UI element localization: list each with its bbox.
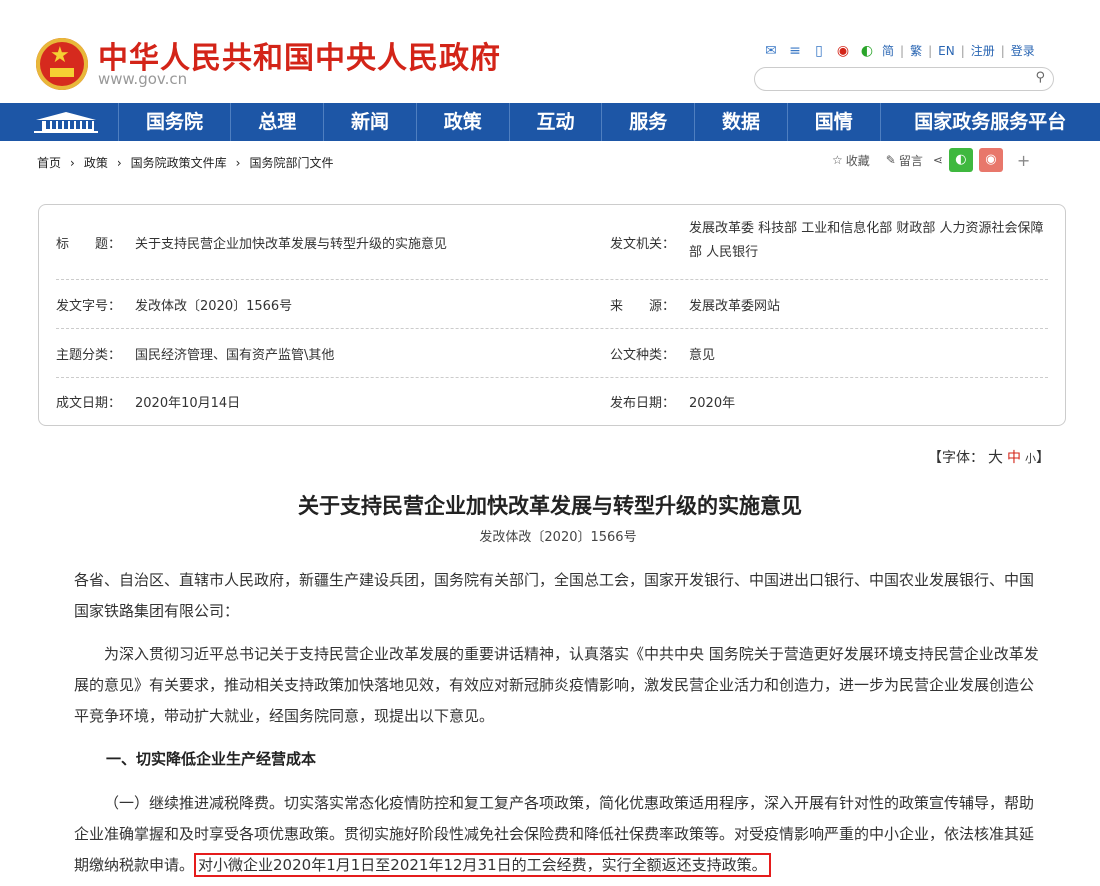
traditional-link[interactable]: 繁 <box>910 42 922 59</box>
breadcrumb: 首页 › 政策 › 国务院政策文件库 › 国务院部门文件 <box>37 154 334 171</box>
top-tools: ✉ ≡ ▯ ◉ ◐ 简 | 繁 | EN | 注册 | 登录 <box>762 42 1035 59</box>
mail-icon[interactable]: ✉ <box>762 43 780 59</box>
site-header: ★ 中华人民共和国中央人民政府 www.gov.cn ✉ ≡ ▯ ◉ ◐ 简 |… <box>0 0 1100 103</box>
nav-item-state-council[interactable]: 国务院 <box>119 103 232 141</box>
national-emblem-logo[interactable]: ★ <box>36 38 88 90</box>
search-input[interactable]: ⚲ <box>754 67 1054 91</box>
breadcrumb-dept-docs[interactable]: 国务院部门文件 <box>249 156 333 170</box>
comment-link[interactable]: 留言 <box>899 152 923 169</box>
divider: | <box>928 43 933 58</box>
meta-row: 标 题： 关于支持民营企业加快改革发展与转型升级的实施意见 发文机关： 发展改革… <box>56 205 1048 280</box>
meta-label: 发布日期： <box>610 396 676 411</box>
meta-label: 公文种类： <box>610 348 676 363</box>
breadcrumb-policy[interactable]: 政策 <box>84 156 108 170</box>
star-icon: ★ <box>50 43 70 68</box>
chevron-right-icon: › <box>116 156 122 170</box>
divider: | <box>960 43 965 58</box>
divider: | <box>900 43 905 58</box>
breadcrumb-home[interactable]: 首页 <box>37 156 61 170</box>
register-link[interactable]: 注册 <box>971 42 995 59</box>
font-small-button[interactable]: 小 <box>1025 452 1036 465</box>
site-url: www.gov.cn <box>98 70 188 88</box>
section-heading: 一、切实降低企业生产经营成本 <box>106 750 317 768</box>
favorite-link[interactable]: 收藏 <box>846 152 870 169</box>
meta-value: 2020年 <box>689 396 736 411</box>
divider: | <box>1000 43 1005 58</box>
message-icon[interactable]: ≡ <box>786 43 804 59</box>
meta-label: 主题分类： <box>56 348 122 363</box>
font-size-switcher: 【字体：大中小】 <box>928 446 1050 467</box>
highlighted-text: 对小微企业2020年1月1日至2021年12月31日的工会经费，实行全额返还支持… <box>194 853 771 877</box>
article-paragraph: （一）继续推进减税降费。切实落实常态化疫情防控和复工复产各项政策，简化优惠政策适… <box>74 788 1044 881</box>
mobile-icon[interactable]: ▯ <box>810 43 828 59</box>
roof-shape <box>36 112 96 120</box>
wechat-share-icon[interactable]: ◐ <box>948 148 973 172</box>
nav-item-interaction[interactable]: 互动 <box>510 103 603 141</box>
share-icon[interactable]: ⋖ <box>933 153 943 167</box>
meta-value: 发改体改〔2020〕1566号 <box>135 299 293 314</box>
article-title: 关于支持民营企业加快改革发展与转型升级的实施意见 <box>298 494 802 518</box>
more-share-button[interactable]: + <box>1017 151 1030 170</box>
meta-label: 成文日期： <box>56 396 122 411</box>
base-shape <box>34 131 98 133</box>
meta-value: 发展改革委网站 <box>689 299 781 314</box>
meta-value: 关于支持民营企业加快改革发展与转型升级的实施意见 <box>135 237 448 252</box>
article-doc-number: 发改体改〔2020〕1566号 <box>479 530 637 545</box>
nav-item-news[interactable]: 新闻 <box>324 103 417 141</box>
meta-label: 来 源： <box>610 299 676 314</box>
share-bar: ☆ 收藏 ✎ 留言 ⋖ ◐ ◉ + <box>832 148 1030 172</box>
weibo-icon[interactable]: ◉ <box>834 43 852 59</box>
breadcrumb-library[interactable]: 国务院政策文件库 <box>131 156 227 170</box>
nav-item-service-platform[interactable]: 国家政务服务平台 <box>881 103 1100 141</box>
meta-label: 发文机关： <box>610 237 676 252</box>
weibo-share-icon[interactable]: ◉ <box>978 148 1003 172</box>
nav-item-policy[interactable]: 政策 <box>417 103 510 141</box>
nav-item-premier[interactable]: 总理 <box>231 103 325 141</box>
meta-value: 2020年10月14日 <box>135 396 241 411</box>
nav-item-services[interactable]: 服务 <box>602 103 696 141</box>
english-link[interactable]: EN <box>938 44 955 58</box>
document-meta-panel: 标 题： 关于支持民营企业加快改革发展与转型升级的实施意见 发文机关： 发展改革… <box>38 204 1066 426</box>
home-icon[interactable] <box>0 103 119 141</box>
meta-value: 国民经济管理、国有资产监管\其他 <box>135 348 335 363</box>
article-paragraph: 为深入贯彻习近平总书记关于支持民营企业改革发展的重要讲话精神，认真落实《中共中央… <box>74 645 1039 725</box>
pencil-icon[interactable]: ✎ <box>886 153 896 167</box>
wechat-icon[interactable]: ◐ <box>858 43 876 59</box>
main-nav: 国务院 总理 新闻 政策 互动 服务 数据 国情 国家政务服务平台 <box>0 103 1100 141</box>
font-medium-button[interactable]: 中 <box>1007 450 1021 466</box>
meta-row: 发文字号： 发改体改〔2020〕1566号 来 源： 发展改革委网站 <box>56 279 1048 329</box>
star-outline-icon[interactable]: ☆ <box>832 153 843 167</box>
nav-item-data[interactable]: 数据 <box>695 103 788 141</box>
building-shape <box>42 121 94 131</box>
chevron-right-icon: › <box>235 156 241 170</box>
font-size-suffix: 】 <box>1036 450 1051 466</box>
meta-row: 成文日期： 2020年10月14日 发布日期： 2020年 <box>56 377 1048 425</box>
nav-item-national-info[interactable]: 国情 <box>788 103 881 141</box>
meta-value: 意见 <box>689 348 716 363</box>
search-icon[interactable]: ⚲ <box>1035 70 1045 85</box>
gate-icon <box>50 68 74 77</box>
login-link[interactable]: 登录 <box>1011 42 1035 59</box>
article-paragraph: 各省、自治区、直辖市人民政府，新疆生产建设兵团，国务院有关部门，全国总工会，国家… <box>74 571 1035 620</box>
chevron-right-icon: › <box>70 156 75 170</box>
meta-label: 发文字号： <box>56 299 122 314</box>
font-large-button[interactable]: 大 <box>988 448 1003 466</box>
font-size-prefix: 【字体： <box>928 450 984 466</box>
simplified-link[interactable]: 简 <box>882 42 894 59</box>
meta-value: 发展改革委 科技部 工业和信息化部 财政部 人力资源社会保障部 人民银行 <box>689 221 1044 260</box>
meta-row: 主题分类： 国民经济管理、国有资产监管\其他 公文种类： 意见 <box>56 328 1048 378</box>
meta-label: 标 题： <box>56 237 122 252</box>
